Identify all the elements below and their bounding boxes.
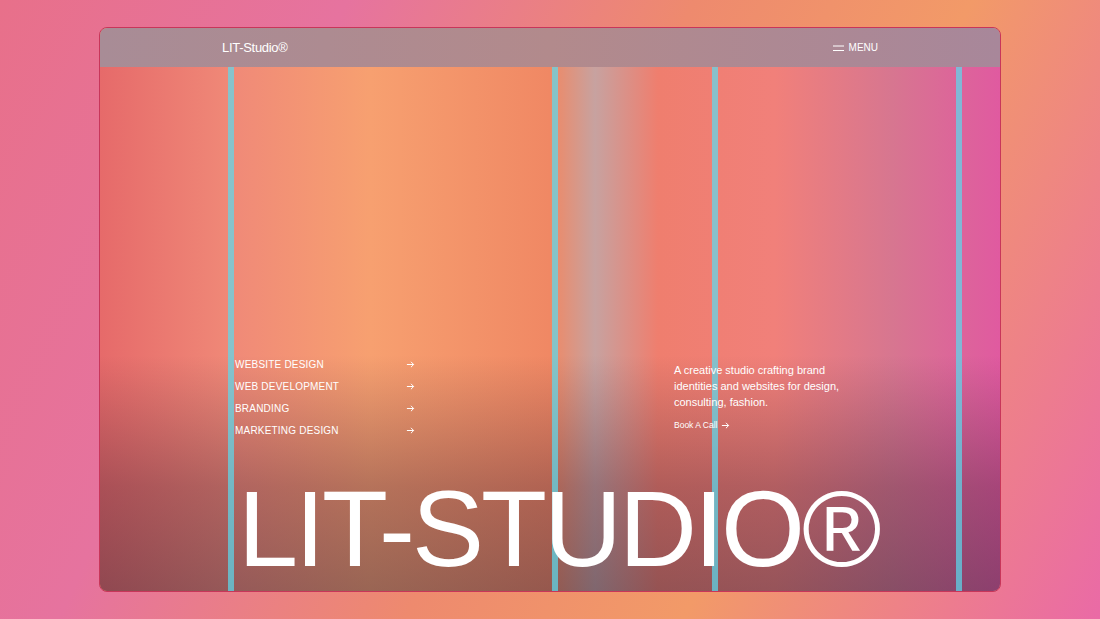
hero-section: WEBSITE DESIGN WEB DEVELOPMENT BRANDING MAR…: [100, 67, 1000, 591]
service-label: MARKETING DESIGN: [235, 425, 339, 436]
intro-block: A creative studio crafting brand identit…: [674, 353, 844, 430]
hamburger-icon: [833, 44, 844, 52]
service-label: BRANDING: [235, 403, 289, 414]
book-call-link[interactable]: Book A Call: [674, 420, 844, 430]
arrow-icon: [406, 382, 415, 391]
menu-button[interactable]: MENU: [833, 42, 878, 53]
arrow-icon: [406, 360, 415, 369]
service-label: WEBSITE DESIGN: [235, 359, 324, 370]
hero-content: WEBSITE DESIGN WEB DEVELOPMENT BRANDING MAR…: [235, 353, 1000, 441]
service-link[interactable]: WEBSITE DESIGN: [235, 353, 415, 375]
arrow-icon: [406, 404, 415, 413]
glass-pillar: [228, 67, 234, 591]
intro-text: A creative studio crafting brand identit…: [674, 362, 844, 410]
glass-pillar: [956, 67, 962, 591]
site-header: LIT-Studio® MENU: [100, 28, 1000, 67]
arrow-icon: [406, 426, 415, 435]
cta-label: Book A Call: [674, 420, 717, 430]
logo[interactable]: LIT-Studio®: [222, 40, 288, 55]
menu-label: MENU: [849, 42, 878, 53]
service-link[interactable]: WEB DEVELOPMENT: [235, 375, 415, 397]
service-link[interactable]: BRANDING: [235, 397, 415, 419]
arrow-icon: [721, 421, 730, 430]
site-frame: LIT-Studio® MENU WEBSITE DESIGN WEB DEVELOP…: [99, 27, 1001, 592]
service-link[interactable]: MARKETING DESIGN: [235, 419, 415, 441]
hero-title: LIT-STUDIO®: [238, 475, 1000, 583]
services-list: WEBSITE DESIGN WEB DEVELOPMENT BRANDING MAR…: [235, 353, 415, 441]
service-label: WEB DEVELOPMENT: [235, 381, 339, 392]
